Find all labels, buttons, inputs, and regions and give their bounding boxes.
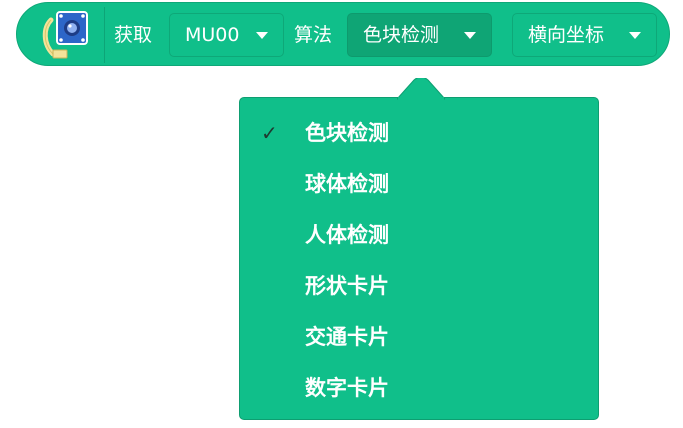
menu-item-label: 球体检测 (305, 172, 389, 196)
algorithm-dropdown-menu: ✓ 色块检测 球体检测 人体检测 形状卡片 交通卡片 数字卡片 (239, 78, 599, 420)
get-mu-sensor-block[interactable]: 获取 MU00 算法 色块检测 横向坐标 (16, 2, 670, 66)
algorithm-label: 算法 (294, 24, 333, 46)
sensor-dropdown[interactable]: MU00 (169, 13, 284, 57)
menu-item-number-card[interactable]: 数字卡片 (240, 363, 598, 413)
menu-item-body[interactable]: 人体检测 (240, 210, 598, 260)
property-dropdown-value: 横向坐标 (528, 24, 605, 46)
menu-item-traffic-card[interactable]: 交通卡片 (240, 312, 598, 362)
chevron-down-icon (256, 32, 268, 39)
menu-item-label: 数字卡片 (305, 376, 389, 400)
chevron-down-icon (464, 32, 476, 39)
checkmark-icon: ✓ (261, 121, 278, 145)
menu-item-label: 交通卡片 (305, 325, 389, 349)
sensor-dropdown-value: MU00 (185, 24, 240, 46)
algorithm-dropdown[interactable]: 色块检测 (347, 13, 492, 57)
menu-item-label: 形状卡片 (305, 274, 389, 298)
camera-module-icon (42, 11, 88, 59)
chevron-down-icon (629, 32, 641, 39)
menu-item-shape-card[interactable]: 形状卡片 (240, 261, 598, 311)
menu-item-ball[interactable]: 球体检测 (240, 159, 598, 209)
property-dropdown[interactable]: 横向坐标 (512, 13, 657, 57)
algorithm-dropdown-value: 色块检测 (363, 24, 440, 46)
menu-item-label: 人体检测 (305, 223, 389, 247)
block-divider (104, 7, 105, 63)
get-label: 获取 (114, 24, 153, 46)
menu-pointer-arrow (397, 78, 445, 100)
workspace: 获取 MU00 算法 色块检测 横向坐标 ✓ 色块检测 球体检测 人体检测 形状… (0, 0, 683, 428)
menu-item-color-block[interactable]: ✓ 色块检测 (240, 108, 598, 158)
menu-item-label: 色块检测 (305, 121, 389, 145)
